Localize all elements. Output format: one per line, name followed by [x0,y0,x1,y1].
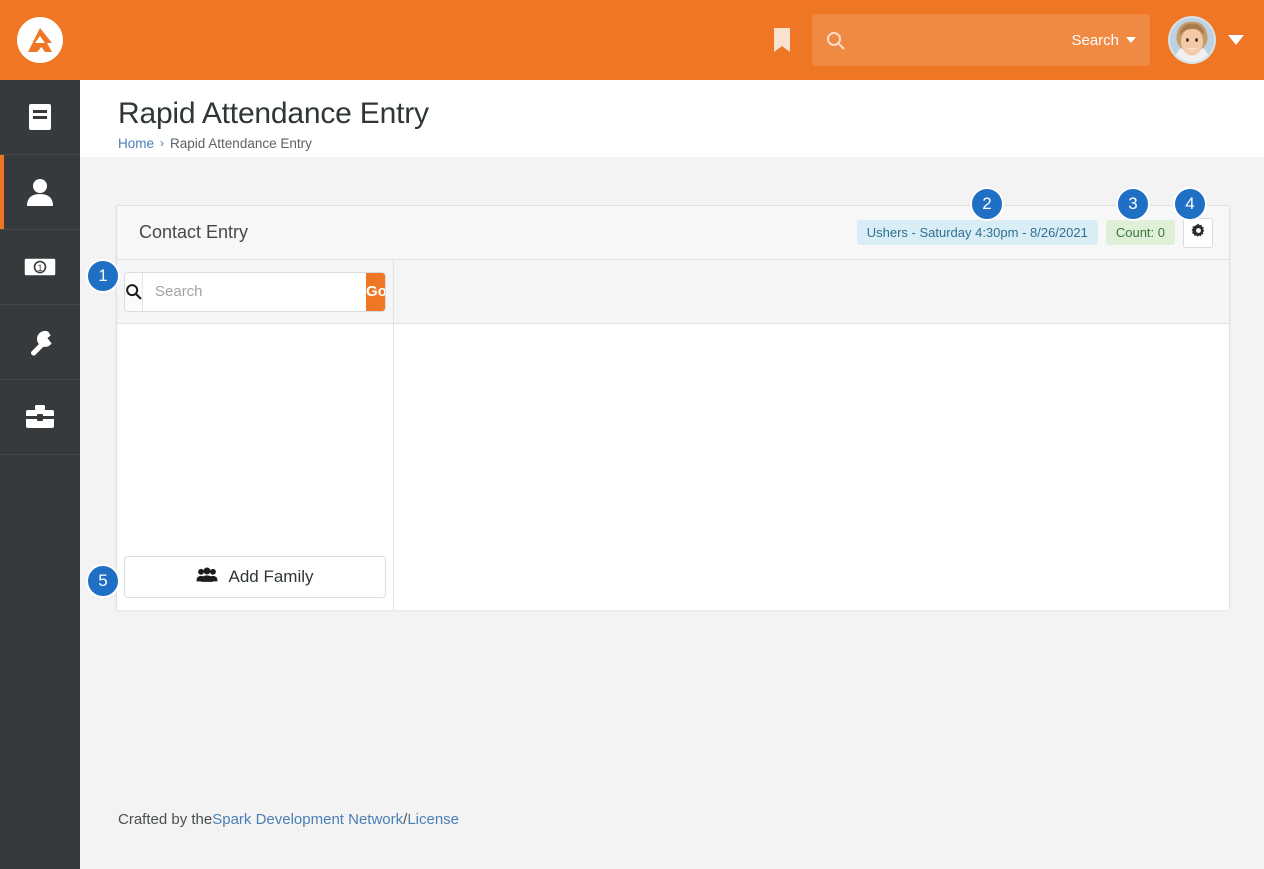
breadcrumb-current: Rapid Attendance Entry [170,135,312,151]
count-badge: Count: 0 [1105,220,1175,245]
rock-rms-logo [17,17,63,63]
sidebar-item-content[interactable] [0,80,80,155]
contact-entry-panel: Contact Entry Ushers - Saturday 4:30pm -… [116,205,1230,610]
spark-development-network-link[interactable]: Spark Development Network [212,811,403,828]
app-root: Search 1 Rapid Attendance Entry Home › R… [0,0,1264,869]
page-header: Rapid Attendance Entry Home › Rapid Atte… [80,80,1264,157]
callout-marker-1: 1 [86,259,120,293]
add-family-label: Add Family [228,567,314,586]
attendance-detail-body [394,324,1229,610]
person-search-group: Go [124,271,386,312]
footer-prefix: Crafted by the [118,810,213,828]
topbar-right-group: Search [762,0,1264,80]
panel-title: Contact Entry [139,222,249,242]
users-icon [196,566,219,588]
bookmark-icon[interactable] [762,20,802,60]
global-search-box[interactable]: Search [812,14,1150,66]
callout-marker-5: 5 [86,564,120,598]
callout-marker-3: 3 [1116,187,1150,221]
sidebar-item-tools[interactable] [0,380,80,455]
sidebar-item-finance[interactable]: 1 [0,230,80,305]
attendance-detail-toolbar [394,260,1229,324]
breadcrumb-home-link[interactable]: Home [118,136,154,151]
global-search-input[interactable] [845,31,1072,49]
page-footer: Crafted by the Spark Development Network… [80,769,1264,869]
chevron-down-icon [1126,37,1136,43]
top-navigation-bar: Search [0,0,1264,80]
user-avatar [1168,16,1216,64]
add-family-row: Add Family [117,556,393,610]
sidebar-item-people[interactable] [0,155,80,230]
page-title: Rapid Attendance Entry [118,97,429,130]
attendance-detail-column [394,260,1229,610]
svg-text:1: 1 [37,263,42,273]
person-search-input[interactable] [143,272,366,311]
gear-icon [1190,223,1206,243]
main-content-area: Rapid Attendance Entry Home › Rapid Atte… [80,80,1264,869]
logo-container[interactable] [0,0,80,80]
panel-header: Contact Entry Ushers - Saturday 4:30pm -… [117,206,1229,260]
person-search-column: Go [117,260,394,610]
add-family-button[interactable]: Add Family [124,556,386,598]
breadcrumb: Home › Rapid Attendance Entry [118,136,1264,151]
search-scope-dropdown[interactable]: Search [1071,32,1136,49]
panel-settings-button[interactable] [1183,217,1213,248]
person-results-list [117,324,393,556]
occurrence-badge[interactable]: Ushers - Saturday 4:30pm - 8/26/2021 [856,220,1098,245]
main-sidebar: 1 [0,80,80,869]
panel-header-actions: Ushers - Saturday 4:30pm - 8/26/2021 Cou… [856,217,1213,248]
license-link[interactable]: License [407,811,459,828]
search-go-button[interactable]: Go [366,272,385,311]
person-search-row: Go [117,260,393,324]
callout-marker-4: 4 [1173,187,1207,221]
callout-marker-2: 2 [970,187,1004,221]
search-icon [125,272,143,311]
search-scope-label: Search [1071,31,1119,49]
search-icon [826,31,845,50]
panel-body: Go [117,260,1229,610]
sidebar-item-admin[interactable] [0,305,80,380]
user-menu[interactable] [1168,16,1248,64]
chevron-down-icon [1228,35,1244,45]
breadcrumb-separator: › [160,136,165,150]
